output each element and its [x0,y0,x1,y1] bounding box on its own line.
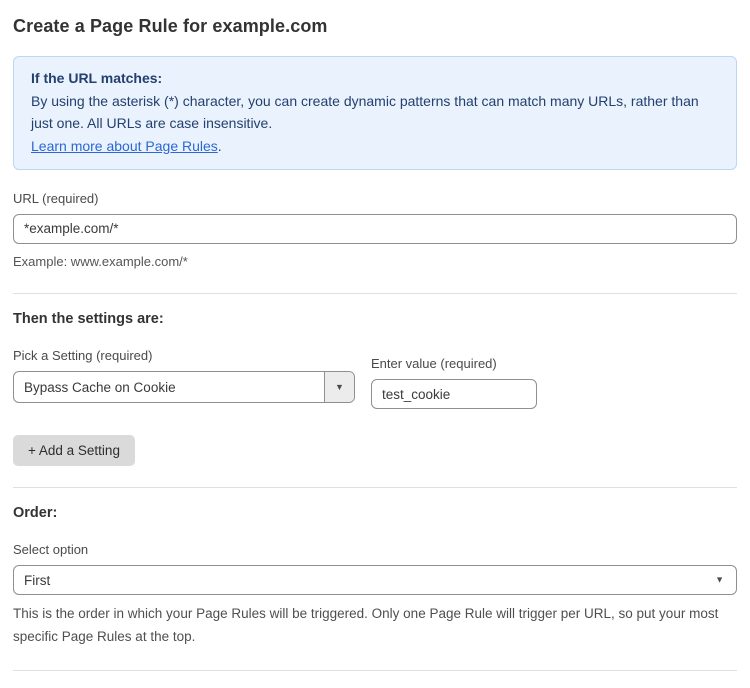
settings-row: Pick a Setting (required) Bypass Cache o… [13,327,737,409]
create-page-rule-form: Create a Page Rule for example.com If th… [0,0,750,688]
add-setting-button[interactable]: + Add a Setting [13,435,135,466]
order-section-heading: Order: [13,505,737,521]
order-select-label: Select option [13,542,737,557]
order-select[interactable]: First ▼ [13,565,737,595]
chevron-down-icon: ▼ [335,383,344,392]
setting-dropdown-button[interactable]: ▼ [324,372,354,402]
setting-dropdown[interactable]: Bypass Cache on Cookie ▼ [13,371,355,403]
setting-dropdown-value: Bypass Cache on Cookie [14,372,324,402]
divider [13,293,737,294]
setting-value-input[interactable] [371,379,537,409]
order-select-value: First [24,573,50,588]
page-title: Create a Page Rule for example.com [13,16,737,37]
learn-more-link[interactable]: Learn more about Page Rules [31,138,218,154]
setting-value-column: Enter value (required) [371,335,537,409]
info-box-heading: If the URL matches: [31,67,719,90]
info-box-link-line: Learn more about Page Rules. [31,135,719,158]
setting-picker-column: Pick a Setting (required) Bypass Cache o… [13,327,355,403]
setting-value-label: Enter value (required) [371,356,537,371]
divider [13,670,737,671]
url-input[interactable] [13,214,737,244]
divider [13,487,737,488]
link-suffix: . [218,138,222,154]
url-match-info-box: If the URL matches: By using the asteris… [13,56,737,170]
url-helper-text: Example: www.example.com/* [13,251,737,272]
info-box-body: By using the asterisk (*) character, you… [31,90,719,135]
setting-picker-label: Pick a Setting (required) [13,348,355,363]
chevron-down-icon: ▼ [715,576,724,585]
settings-section-heading: Then the settings are: [13,311,737,327]
url-label: URL (required) [13,191,737,206]
order-helper-text: This is the order in which your Page Rul… [13,603,737,649]
